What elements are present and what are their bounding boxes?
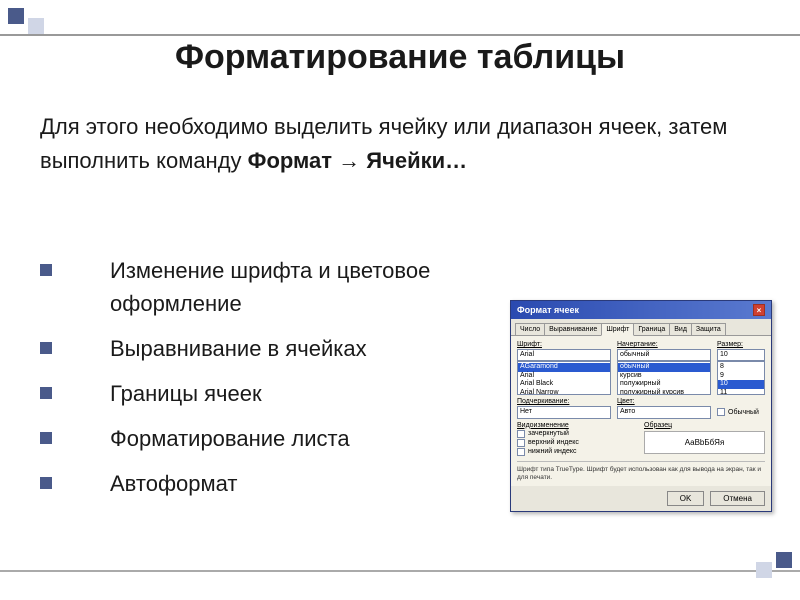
bullet-item: Форматирование листа: [40, 422, 470, 455]
color-select[interactable]: Авто: [617, 406, 711, 418]
size-input[interactable]: 10: [717, 349, 765, 361]
preview-label: Образец: [644, 422, 765, 429]
list-item[interactable]: Arial Narrow: [520, 389, 559, 396]
tab-number[interactable]: Число: [515, 323, 545, 335]
list-item[interactable]: Arial Black: [520, 380, 553, 387]
style-list[interactable]: обычный курсив полужирный полужирный кур…: [617, 361, 711, 395]
format-cells-dialog-screenshot: Формат ячеек × Число Выравнивание Шрифт …: [510, 300, 772, 512]
dialog-titlebar: Формат ячеек ×: [511, 301, 771, 319]
decor-square-light: [756, 562, 772, 578]
style-label: Начертание:: [617, 341, 711, 348]
normal-checkbox-label: Обычный: [728, 409, 759, 416]
tab-border[interactable]: Граница: [633, 323, 670, 335]
slide-top-accent: [0, 0, 800, 36]
font-input[interactable]: Arial: [517, 349, 611, 361]
superscript-checkbox[interactable]: [517, 439, 525, 447]
bullet-item: Изменение шрифта и цветовое оформление: [40, 254, 470, 320]
tab-align[interactable]: Выравнивание: [544, 323, 602, 335]
color-label: Цвет:: [617, 398, 711, 405]
decor-square-light: [28, 18, 44, 34]
separator: [517, 461, 765, 462]
list-item[interactable]: AGaramond: [518, 363, 610, 371]
slide-intro: Для этого необходимо выделить ячейку или…: [40, 110, 760, 178]
list-item[interactable]: Arial: [520, 372, 534, 379]
tab-font[interactable]: Шрифт: [601, 323, 634, 336]
normal-checkbox[interactable]: [717, 408, 725, 416]
slide-title: Форматирование таблицы: [0, 38, 800, 77]
size-label: Размер:: [717, 341, 765, 348]
bullet-list: Изменение шрифта и цветовое оформление В…: [40, 254, 470, 512]
effect-label: нижний индекс: [528, 448, 576, 455]
dialog-tabs: Число Выравнивание Шрифт Граница Вид Защ…: [511, 319, 771, 336]
bullet-item: Выравнивание в ячейках: [40, 332, 470, 365]
close-icon[interactable]: ×: [753, 304, 765, 316]
list-item[interactable]: полужирный: [620, 380, 661, 387]
decor-square-dark: [8, 8, 24, 24]
style-input[interactable]: обычный: [617, 349, 711, 361]
intro-command: Формат → Ячейки…: [248, 148, 467, 173]
list-item[interactable]: 9: [720, 372, 724, 379]
dialog-body: Шрифт: Arial AGaramond Arial Arial Black…: [511, 336, 771, 486]
size-list[interactable]: 8 9 10 11: [717, 361, 765, 395]
font-label: Шрифт:: [517, 341, 611, 348]
cancel-button[interactable]: Отмена: [710, 491, 765, 506]
bullet-item: Границы ячеек: [40, 377, 470, 410]
list-item[interactable]: 8: [720, 363, 724, 370]
list-item[interactable]: курсив: [620, 372, 642, 379]
tab-protection[interactable]: Защита: [691, 323, 726, 335]
effect-label: зачеркнутый: [528, 430, 569, 437]
slide-bottom-accent: [0, 570, 800, 572]
decor-square-dark: [776, 552, 792, 568]
dialog-footer-text: Шрифт типа TrueType. Шрифт будет использ…: [517, 466, 765, 482]
list-item[interactable]: обычный: [618, 363, 710, 371]
font-list[interactable]: AGaramond Arial Arial Black Arial Narrow: [517, 361, 611, 395]
effects-label: Видоизменение: [517, 422, 638, 429]
preview-box: АаВbБбЯя: [644, 431, 765, 454]
list-item[interactable]: 10: [718, 380, 764, 388]
list-item[interactable]: 11: [720, 389, 727, 396]
dialog-buttons: OK Отмена: [511, 486, 771, 511]
dialog-title-text: Формат ячеек: [517, 305, 579, 315]
ok-button[interactable]: OK: [667, 491, 705, 506]
subscript-checkbox[interactable]: [517, 448, 525, 456]
strikethrough-checkbox[interactable]: [517, 430, 525, 438]
tab-fill[interactable]: Вид: [669, 323, 692, 335]
list-item[interactable]: полужирный курсив: [620, 389, 684, 396]
underline-select[interactable]: Нет: [517, 406, 611, 418]
underline-label: Подчеркивание:: [517, 398, 611, 405]
effect-label: верхний индекс: [528, 439, 579, 446]
bullet-item: Автоформат: [40, 467, 470, 500]
